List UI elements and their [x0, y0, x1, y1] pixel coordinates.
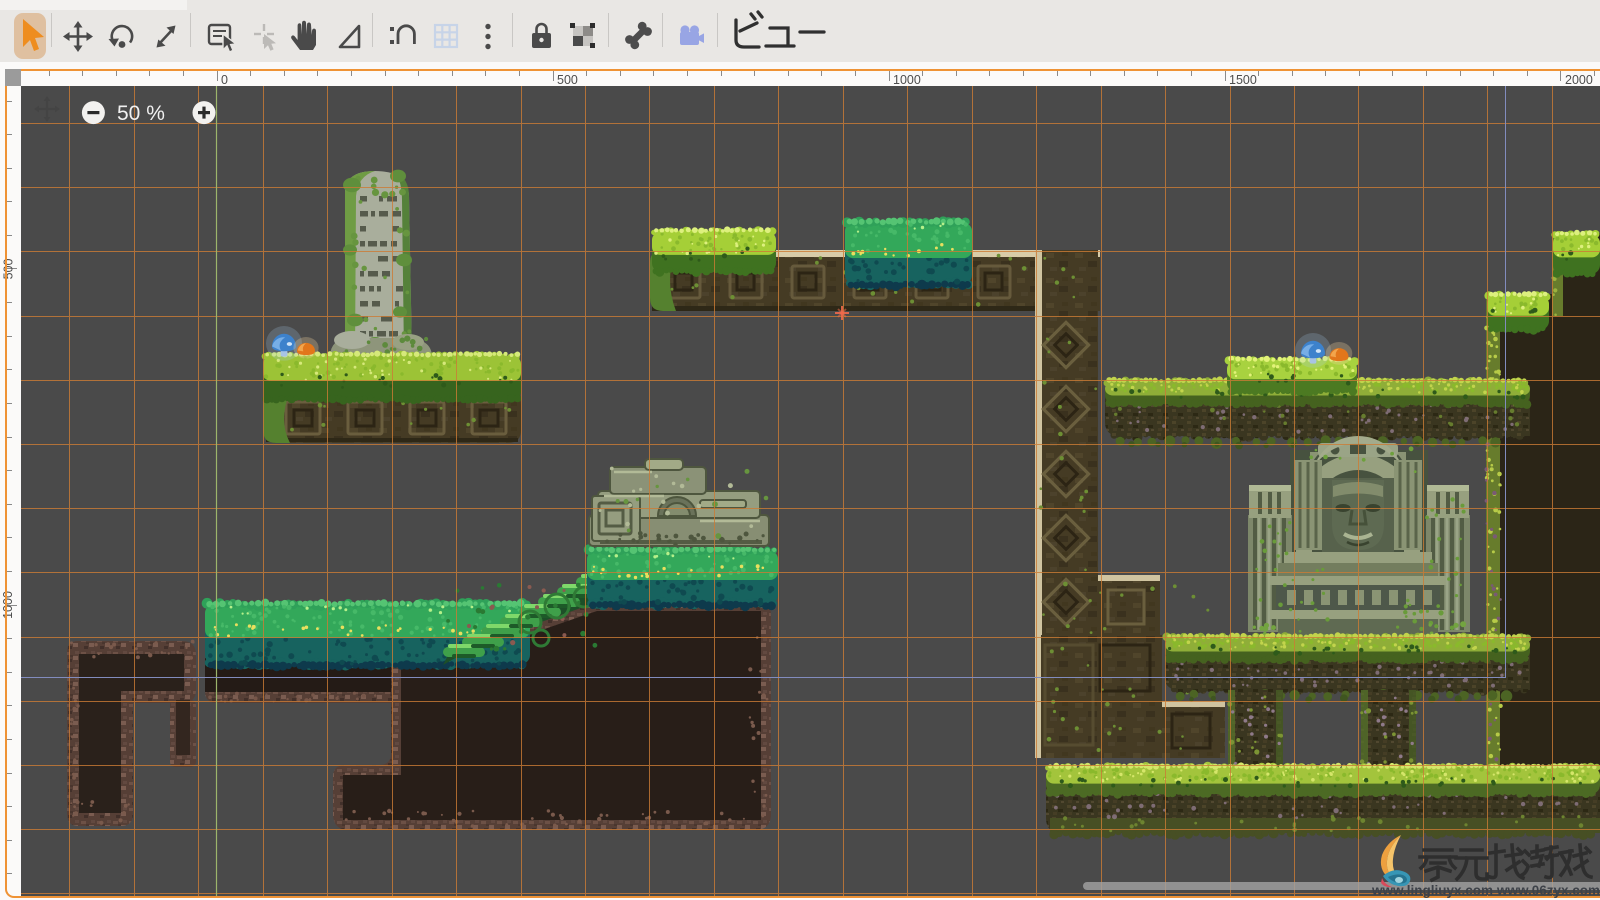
svg-text:50 %: 50 %	[117, 102, 165, 125]
svg-text:www.06zyx.com: www.06zyx.com	[1496, 883, 1600, 898]
svg-text:www.lingliuyx.com: www.lingliuyx.com	[1371, 883, 1493, 898]
